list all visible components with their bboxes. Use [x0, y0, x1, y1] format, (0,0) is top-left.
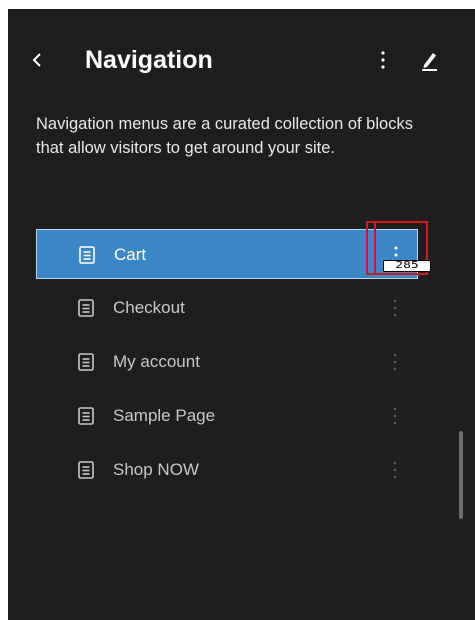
navigation-panel: Navigation Navigation menus are a curate… — [8, 9, 475, 620]
nav-item-label: Cart — [114, 245, 147, 264]
chevron-left-icon — [32, 53, 41, 67]
nav-item-label: Sample Page — [113, 406, 216, 425]
page-icon — [78, 461, 94, 479]
page-title: Navigation — [85, 46, 213, 74]
nav-item-my-account[interactable]: My account — [36, 337, 416, 387]
nav-item-shop-now[interactable]: Shop NOW — [36, 445, 416, 495]
kebab-vertical-icon — [393, 353, 397, 371]
nav-item-checkout[interactable]: Checkout — [36, 283, 416, 333]
page-icon — [78, 353, 94, 371]
kebab-vertical-icon — [393, 461, 397, 479]
item-options-button[interactable] — [388, 349, 402, 375]
kebab-vertical-icon — [393, 299, 397, 317]
nav-item-cart[interactable]: Cart — [36, 229, 418, 279]
nav-item-sample-page[interactable]: Sample Page — [36, 391, 416, 441]
page-icon — [79, 246, 95, 264]
item-options-button[interactable] — [388, 457, 402, 483]
nav-item-label: Checkout — [113, 298, 185, 317]
panel-header: Navigation — [8, 39, 475, 83]
item-options-button[interactable] — [388, 295, 402, 321]
options-button[interactable] — [376, 47, 390, 73]
back-button[interactable] — [28, 47, 48, 73]
item-options-button[interactable] — [388, 403, 402, 429]
overlay-tag: 285 — [383, 260, 431, 272]
edit-button[interactable] — [416, 47, 442, 73]
pencil-icon — [422, 53, 437, 71]
scrollbar-thumb[interactable] — [459, 431, 463, 519]
navigation-description: Navigation menus are a curated collectio… — [36, 115, 413, 157]
kebab-vertical-icon — [393, 407, 397, 425]
nav-item-label: My account — [113, 352, 200, 371]
page-icon — [78, 407, 94, 425]
overlay-tag-label: 285 — [395, 260, 419, 271]
nav-item-label: Shop NOW — [113, 460, 199, 479]
page-icon — [78, 299, 94, 317]
kebab-vertical-icon — [381, 51, 385, 69]
